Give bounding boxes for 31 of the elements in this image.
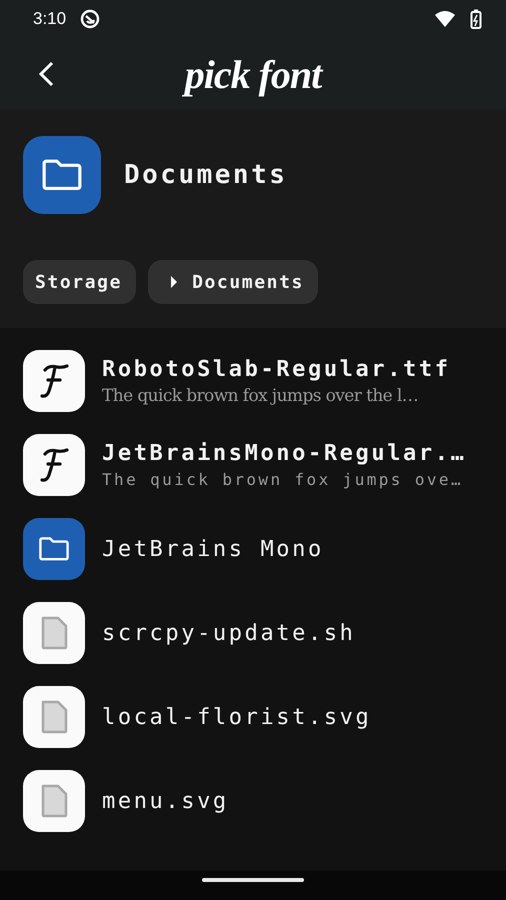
font-icon: [39, 362, 69, 400]
file-row[interactable]: scrcpy-update.sh: [0, 602, 506, 664]
file-name: JetBrainsMono-Regular.…: [102, 441, 466, 466]
file-row[interactable]: menu.svg: [0, 770, 506, 832]
file-icon: [40, 700, 68, 734]
sync-icon: [80, 9, 100, 29]
file-name: scrcpy-update.sh: [102, 620, 356, 646]
status-time: 3:10: [33, 9, 66, 29]
folder-icon: [38, 536, 70, 562]
file-name: local-florist.svg: [102, 704, 372, 730]
breadcrumb-chip[interactable]: Storage: [23, 260, 136, 304]
file-row[interactable]: RobotoSlab-Regular.ttf The quick brown fox jumps over the l…: [0, 350, 506, 412]
font-preview: The quick brown fox jumps over the l…: [102, 386, 420, 406]
folder-icon: [41, 158, 83, 192]
folder-title: Documents: [124, 160, 288, 190]
app-title: pick font: [184, 50, 322, 98]
breadcrumb-chip[interactable]: Documents: [148, 260, 318, 304]
font-icon: [39, 446, 69, 484]
file-name: JetBrains Mono: [102, 536, 324, 562]
file-row[interactable]: JetBrainsMono-Regular.… The quick brown fox jumps ove…: [0, 434, 506, 496]
file-name: RobotoSlab-Regular.ttf: [102, 356, 451, 382]
file-row[interactable]: local-florist.svg: [0, 686, 506, 748]
wifi-icon: [434, 10, 456, 28]
back-icon: [37, 60, 55, 88]
font-preview: The quick brown fox jumps ove…: [102, 470, 464, 489]
file-icon: [40, 616, 68, 650]
gesture-handle[interactable]: [202, 878, 304, 882]
battery-icon: [470, 9, 482, 29]
file-icon: [40, 784, 68, 818]
file-name: menu.svg: [102, 788, 229, 814]
file-row[interactable]: JetBrains Mono: [0, 518, 506, 580]
